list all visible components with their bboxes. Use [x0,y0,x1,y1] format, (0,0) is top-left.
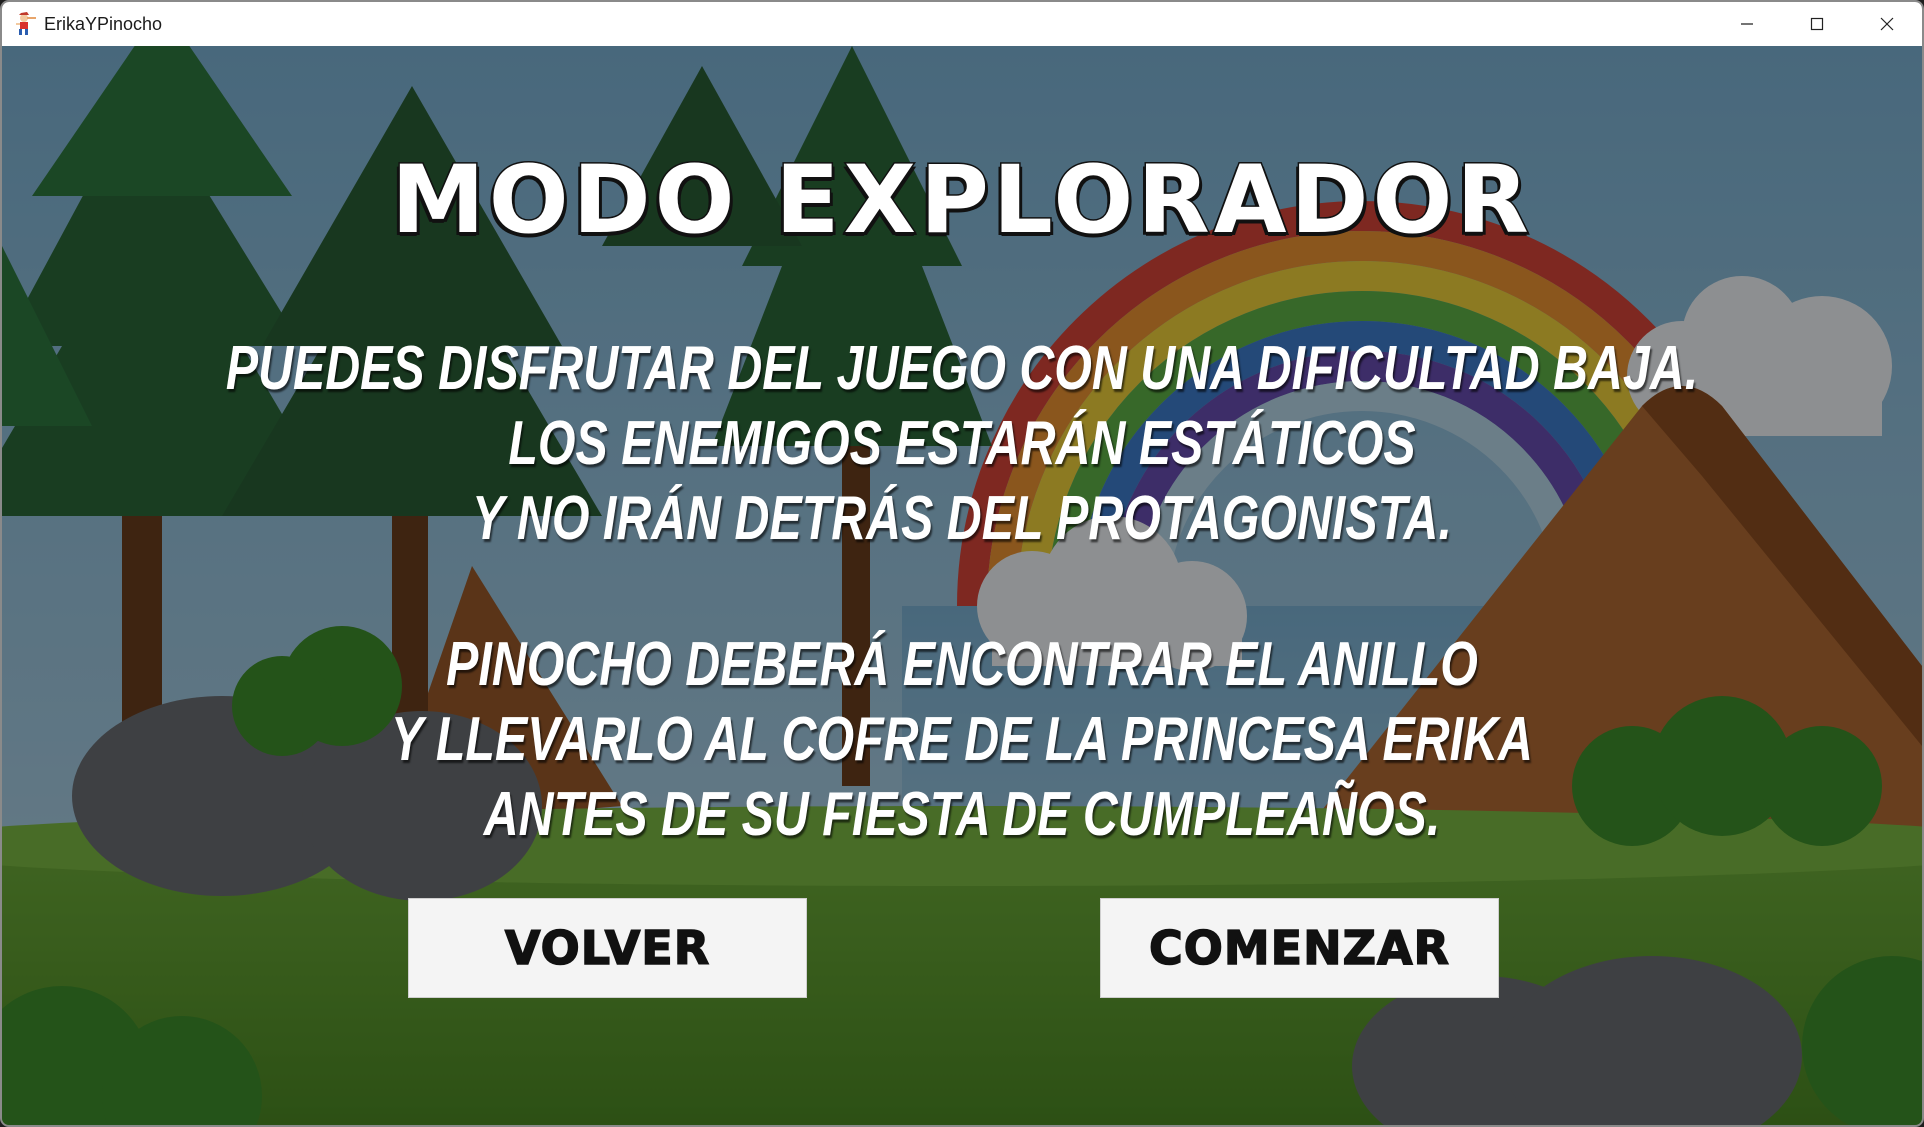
minimize-button[interactable] [1712,2,1782,46]
minimize-icon [1741,23,1753,25]
close-button[interactable] [1852,2,1922,46]
back-button-label: VOLVER [504,920,711,976]
description-line: LOS ENEMIGOS ESTARÁN ESTÁTICOS [508,409,1416,478]
title-bar[interactable]: ErikaYPinocho [2,2,1922,46]
screen-title: MODO EXPLORADOR [390,145,1533,257]
description-line: Y NO IRÁN DETRÁS DEL PROTAGONISTA. [472,484,1452,553]
window-title: ErikaYPinocho [44,13,163,34]
pinocchio-app-icon [15,12,37,36]
description-line: PUEDES DISFRUTAR DEL JUEGO CON UNA DIFIC… [225,334,1699,403]
maximize-icon [1810,17,1824,31]
start-button[interactable]: COMENZAR [1100,898,1499,998]
close-icon [1880,17,1894,31]
description-line: PINOCHO DEBERÁ ENCONTRAR EL ANILLO [446,630,1478,699]
start-button-label: COMENZAR [1148,920,1450,976]
description-block-difficulty: PUEDES DISFRUTAR DEL JUEGO CON UNA DIFIC… [213,331,1711,556]
description-line: ANTES DE SU FIESTA DE CUMPLEAÑOS. [483,780,1441,849]
maximize-button[interactable] [1782,2,1852,46]
back-button[interactable]: VOLVER [408,898,807,998]
window-controls [1712,2,1922,46]
description-block-objective: PINOCHO DEBERÁ ENCONTRAR EL ANILLO Y LLE… [213,627,1711,852]
app-window: ErikaYPinocho MODO EXPLORADOR PUEDES DIS… [0,0,1924,1127]
game-canvas: MODO EXPLORADOR PUEDES DISFRUTAR DEL JUE… [2,46,1922,1125]
description-line: Y LLEVARLO AL COFRE DE LA PRINCESA ERIKA [391,705,1533,774]
